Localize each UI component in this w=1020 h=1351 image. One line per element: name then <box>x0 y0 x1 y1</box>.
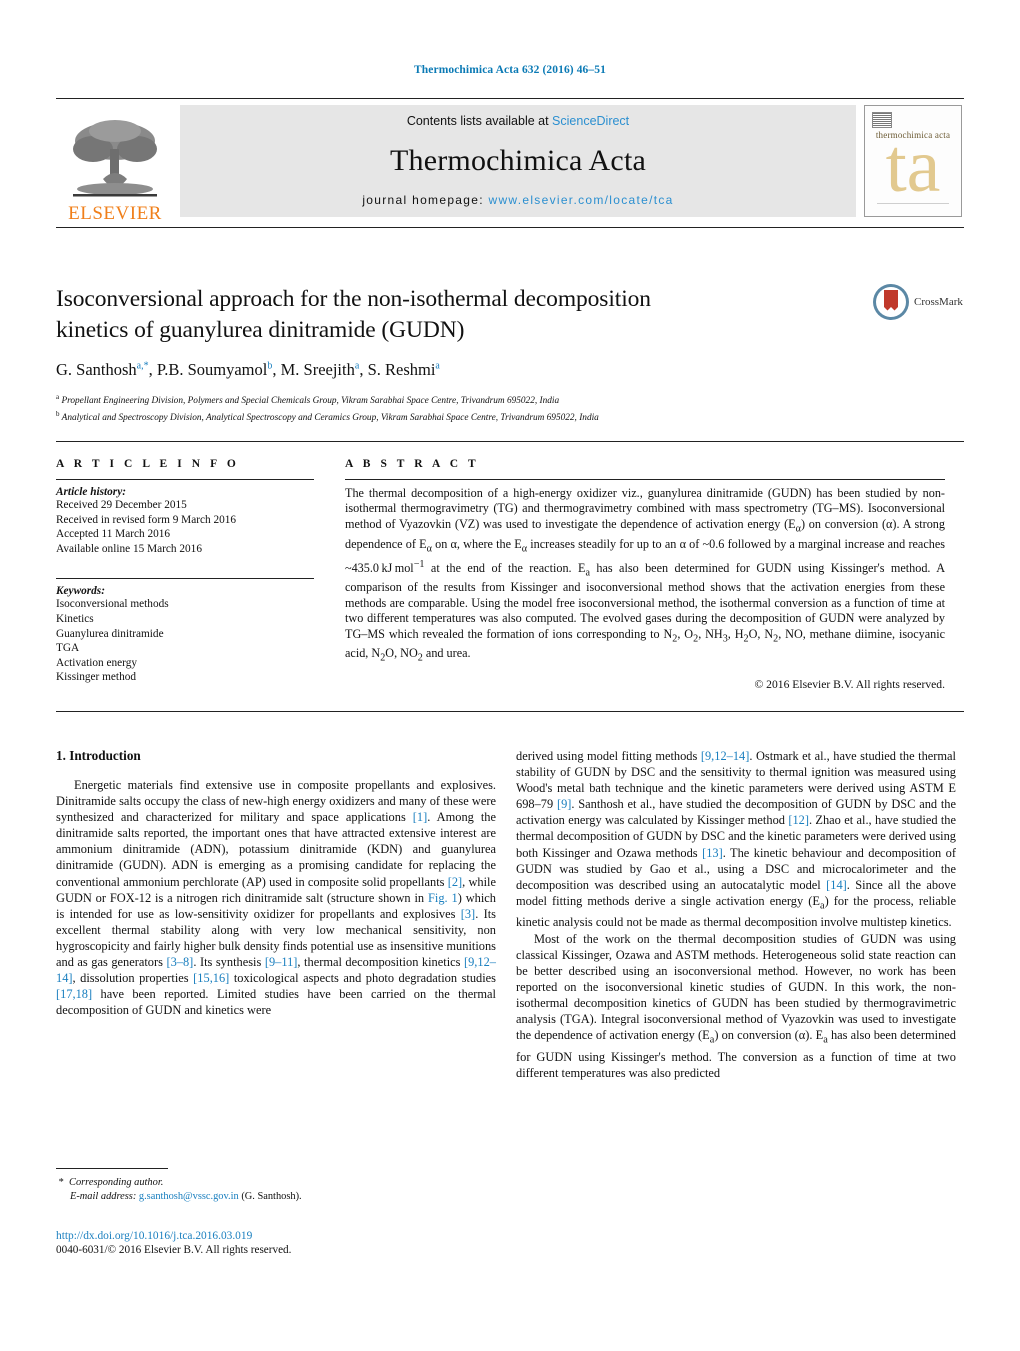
title-block: Isoconversional approach for the non-iso… <box>56 284 856 425</box>
running-head: Thermochimica Acta 632 (2016) 46–51 <box>414 64 606 76</box>
keyword-item: Isoconversional methods <box>56 598 169 611</box>
article-history-label: Article history: <box>56 486 126 498</box>
footnote-rule <box>56 1168 168 1169</box>
keyword-item: Kinetics <box>56 612 94 625</box>
contents-prefix: Contents lists available at <box>406 114 553 128</box>
affiliation-list: a Propellant Engineering Division, Polym… <box>56 391 856 425</box>
article-history-item: Received in revised form 9 March 2016 <box>56 513 237 526</box>
article-history-item: Accepted 11 March 2016 <box>56 528 171 541</box>
cover-journal-name: thermochimica acta <box>875 130 951 140</box>
article-title-line-1: Isoconversional approach for the non-iso… <box>56 286 651 312</box>
keywords-block: Keywords: Isoconversional methods Kineti… <box>56 578 314 685</box>
citation-ref[interactable]: [12] <box>788 813 809 827</box>
figure-ref[interactable]: Fig. 1 <box>428 891 458 905</box>
abstract-section: A B S T R A C T The thermal decompositio… <box>345 458 945 691</box>
body-column-right: derived using model fitting methods [9,1… <box>516 748 956 1081</box>
crossmark-badge[interactable]: CrossMark <box>872 283 968 321</box>
citation-ref[interactable]: [9,12–14] <box>701 749 750 763</box>
cover-footer-rule <box>877 203 949 207</box>
citation-ref[interactable]: [3–8] <box>166 955 193 969</box>
crossmark-icon <box>873 284 909 320</box>
author-2: P.B. Soumyamol <box>156 360 268 379</box>
doi-footer: http://dx.doi.org/10.1016/j.tca.2016.03.… <box>56 1229 496 1257</box>
journal-banner: Contents lists available at ScienceDirec… <box>180 105 856 217</box>
email-link[interactable]: g.santhosh@vssc.gov.in <box>139 1191 239 1202</box>
elsevier-logo: ELSEVIER <box>56 99 174 223</box>
page-title: Isoconversional approach for the non-iso… <box>56 284 856 346</box>
journal-homepage-link[interactable]: www.elsevier.com/locate/tca <box>488 193 673 207</box>
article-info-section: A R T I C L E I N F O Article history: R… <box>56 458 314 685</box>
abstract-rule <box>345 479 945 480</box>
section-heading-introduction: 1. Introduction <box>56 748 141 763</box>
article-info-rule <box>56 479 314 480</box>
intro-paragraph-1: Energetic materials find extensive use i… <box>56 778 497 1018</box>
email-attribution: (G. Santhosh). <box>241 1191 302 1202</box>
journal-masthead: ELSEVIER Contents lists available at Sci… <box>56 98 964 228</box>
author-sep-1: , <box>148 360 157 379</box>
crossmark-label: CrossMark <box>914 296 963 308</box>
author-1-affil-marker[interactable]: a,* <box>137 361 149 372</box>
abstract-heading: A B S T R A C T <box>345 458 480 470</box>
abstract-copyright: © 2016 Elsevier B.V. All rights reserved… <box>754 678 945 692</box>
keywords-label: Keywords: <box>56 585 105 598</box>
affiliation-a: a Propellant Engineering Division, Polym… <box>56 391 856 408</box>
intro-paragraph-2: Most of the work on the thermal decompos… <box>516 931 956 1080</box>
affiliation-a-text: Propellant Engineering Division, Polymer… <box>61 396 560 407</box>
author-4: S. Reshmi <box>367 360 436 379</box>
author-sep-2: , <box>272 360 281 379</box>
body-column-left: 1. Introduction Energetic materials find… <box>56 748 496 1018</box>
author-sep-3: , <box>359 360 368 379</box>
affiliation-b-text: Analytical and Spectroscopy Division, An… <box>61 413 599 424</box>
affiliation-b-marker: b <box>56 410 60 419</box>
citation-ref[interactable]: [3] <box>461 907 475 921</box>
citation-ref[interactable]: [9–11] <box>265 955 298 969</box>
corresponding-author-line: * Corresponding author. <box>56 1176 496 1190</box>
keywords-rule <box>56 578 314 580</box>
sciencedirect-link[interactable]: ScienceDirect <box>552 114 629 128</box>
article-page: Thermochimica Acta 632 (2016) 46–51 ELSE… <box>0 0 1020 1351</box>
journal-title: Thermochimica Acta <box>390 143 646 177</box>
info-section-top-rule <box>56 441 964 442</box>
affiliation-a-marker: a <box>56 393 60 401</box>
keyword-item: Guanylurea dinitramide <box>56 627 164 640</box>
article-title-line-2: kinetics of guanylurea dinitramide (GUDN… <box>56 317 465 343</box>
author-4-affil-marker[interactable]: a <box>435 361 439 372</box>
corresponding-marker: * <box>58 1177 64 1188</box>
issn-copyright-line: 0040-6031/© 2016 Elsevier B.V. All right… <box>56 1244 292 1256</box>
doi-link[interactable]: http://dx.doi.org/10.1016/j.tca.2016.03.… <box>56 1229 496 1243</box>
citation-ref[interactable]: [15,16] <box>193 971 229 985</box>
corresponding-author-footnote: * Corresponding author. E-mail address: … <box>56 1168 496 1204</box>
citation-ref[interactable]: [2] <box>448 875 462 889</box>
article-info-heading: A R T I C L E I N F O <box>56 458 240 470</box>
keyword-item: Kissinger method <box>56 671 137 684</box>
journal-homepage-line: journal homepage: www.elsevier.com/locat… <box>362 193 673 207</box>
citation-ref[interactable]: [17,18] <box>56 987 92 1001</box>
citation-ref[interactable]: [9] <box>557 797 571 811</box>
abstract-text: The thermal decomposition of a high-ener… <box>345 486 945 664</box>
article-history-item: Received 29 December 2015 <box>56 499 187 511</box>
email-line: E-mail address: g.santhosh@vssc.gov.in (… <box>56 1190 496 1204</box>
citation-ref[interactable]: [13] <box>702 846 723 860</box>
author-3: M. Sreejith <box>280 360 355 379</box>
keyword-item: Activation energy <box>56 656 138 669</box>
corresponding-author-label: Corresponding author. <box>69 1177 164 1188</box>
body-section-top-rule <box>56 711 964 712</box>
affiliation-b: b Analytical and Spectroscopy Division, … <box>56 408 856 425</box>
intro-paragraph-1-continued: derived using model fitting methods [9,1… <box>516 749 957 930</box>
email-label: E-mail address: <box>70 1191 137 1202</box>
homepage-prefix: journal homepage: <box>362 193 489 207</box>
contents-available-line: Contents lists available at ScienceDirec… <box>407 114 629 128</box>
elsevier-tree-icon <box>73 120 157 197</box>
author-1: G. Santhosh <box>56 360 137 379</box>
elsevier-wordmark: ELSEVIER <box>68 203 162 224</box>
article-history-item: Available online 15 March 2016 <box>56 542 202 555</box>
citation-ref[interactable]: [1] <box>413 810 427 824</box>
citation-ref[interactable]: [14] <box>826 878 847 892</box>
keyword-item: TGA <box>56 642 80 655</box>
journal-cover-thumbnail: ta thermochimica acta <box>864 105 962 217</box>
author-list: G. Santhosha,*, P.B. Soumyamolb, M. Sree… <box>56 360 856 380</box>
